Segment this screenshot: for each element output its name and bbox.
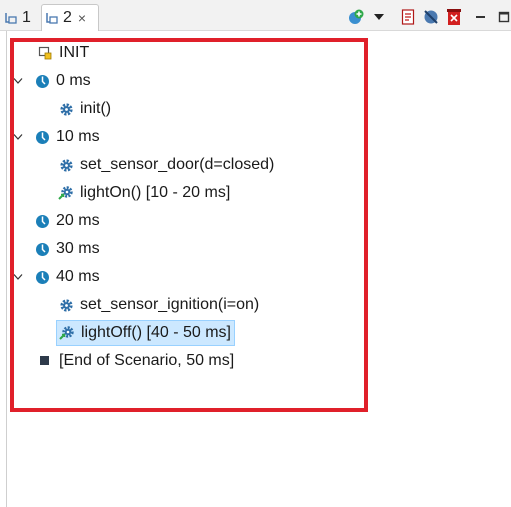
tree-item-label: 10 ms	[56, 128, 100, 145]
tab-2[interactable]: 2 ×	[41, 4, 99, 31]
maximize-icon[interactable]	[494, 8, 511, 26]
tree-item-set-sensor-ignition[interactable]: set_sensor_ignition(i=on)	[58, 292, 259, 318]
tab-1-label: 1	[22, 9, 31, 26]
tree-item-time-0[interactable]: 0 ms	[34, 68, 91, 94]
tree-item-time-10[interactable]: 10 ms	[34, 124, 100, 150]
end-state-icon	[37, 353, 53, 369]
tree-item-light-off[interactable]: lightOff() [40 - 50 ms]	[56, 320, 235, 346]
tree-item-label: set_sensor_ignition(i=on)	[80, 296, 260, 313]
export-report-icon[interactable]	[398, 8, 418, 26]
tree-item-label: init()	[80, 100, 112, 117]
time-step-icon	[34, 129, 50, 145]
tree-item-init[interactable]: INIT	[37, 40, 89, 66]
tree-item-label: [End of Scenario, 50 ms]	[59, 352, 235, 369]
view-toolbar	[346, 7, 511, 27]
gear-icon	[58, 157, 74, 173]
init-state-icon	[37, 45, 53, 61]
tree-item-light-on[interactable]: lightOn() [10 - 20 ms]	[58, 180, 230, 206]
tree-item-label: set_sensor_door(d=closed)	[80, 156, 275, 173]
tree-item-label: lightOn() [10 - 20 ms]	[80, 184, 231, 201]
gear-sequence-icon	[58, 185, 74, 201]
remove-all-icon[interactable]	[444, 8, 464, 26]
close-tab-icon[interactable]: ×	[78, 10, 86, 26]
gear-sequence-icon	[59, 325, 75, 341]
tree-item-label: 20 ms	[56, 212, 100, 229]
scenario-view-icon	[5, 13, 17, 24]
expanded-chevron-icon[interactable]	[11, 68, 25, 94]
tree-item-time-30[interactable]: 30 ms	[34, 236, 100, 262]
time-step-icon	[34, 213, 50, 229]
minimize-icon[interactable]	[471, 8, 491, 26]
time-step-icon	[34, 73, 50, 89]
tree-item-init-call[interactable]: init()	[58, 96, 111, 122]
tree-item-label: lightOff() [40 - 50 ms]	[81, 324, 231, 341]
time-step-icon	[34, 269, 50, 285]
expanded-chevron-icon[interactable]	[11, 264, 25, 290]
gear-icon	[58, 297, 74, 313]
selected-row-highlight[interactable]: lightOff() [40 - 50 ms]	[56, 320, 235, 346]
time-step-icon	[34, 241, 50, 257]
tab-2-label: 2	[63, 9, 72, 26]
disable-filter-icon[interactable]	[421, 8, 441, 26]
expanded-chevron-icon[interactable]	[11, 124, 25, 150]
tree-item-label: 30 ms	[56, 240, 100, 257]
tree-item-time-40[interactable]: 40 ms	[34, 264, 100, 290]
tree-item-label: 40 ms	[56, 268, 100, 285]
tab-1[interactable]: 1	[4, 5, 42, 31]
gear-icon	[58, 101, 74, 117]
tree-item-label: INIT	[59, 44, 90, 61]
scenario-view-icon	[46, 13, 58, 24]
tree-item-set-sensor-door[interactable]: set_sensor_door(d=closed)	[58, 152, 274, 178]
view-menu-arrow-icon[interactable]	[369, 8, 389, 26]
view-tab-bar: 1 2 ×	[0, 0, 511, 31]
tree-item-label: 0 ms	[56, 72, 91, 89]
tree-item-time-20[interactable]: 20 ms	[34, 208, 100, 234]
add-plus-icon[interactable]	[346, 8, 366, 26]
tree-item-end-of-scenario[interactable]: [End of Scenario, 50 ms]	[37, 348, 234, 374]
